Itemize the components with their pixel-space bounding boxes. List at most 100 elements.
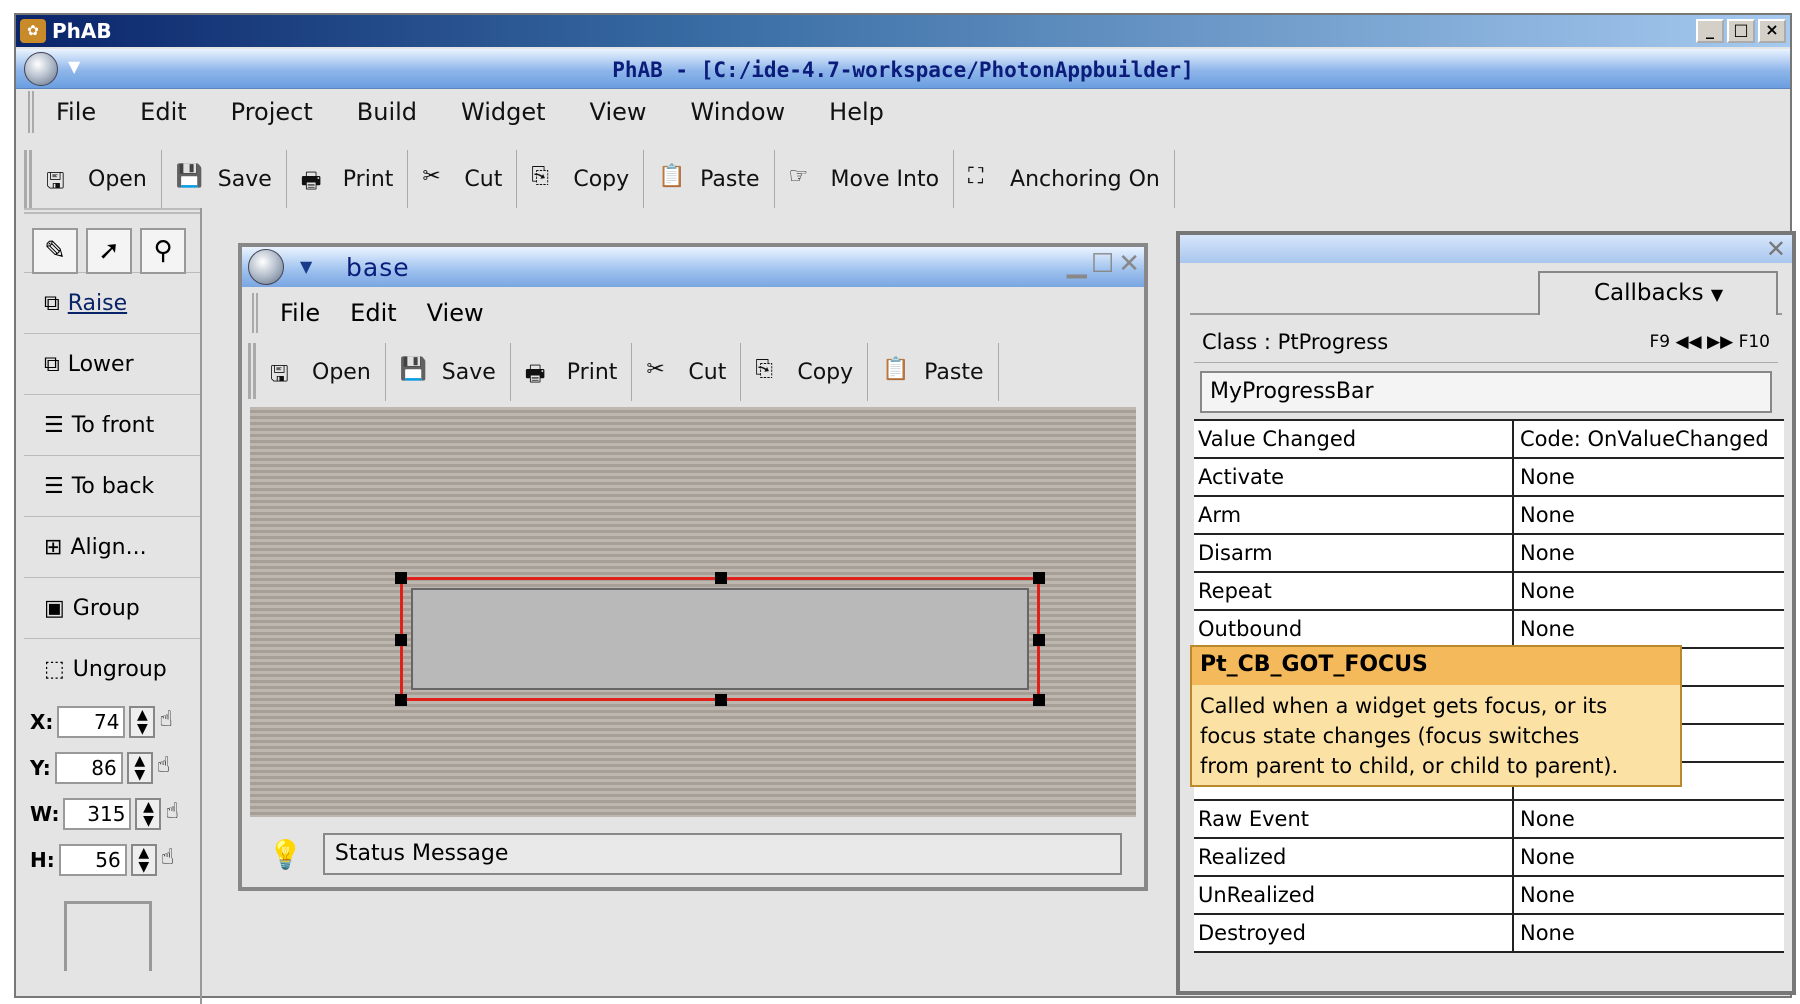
x-lock-hand-icon[interactable]: ☝ xyxy=(159,707,185,737)
minimize-button[interactable]: _ xyxy=(1696,19,1724,43)
progress-bar-widget[interactable] xyxy=(395,572,1045,706)
table-row[interactable]: Outbound None xyxy=(1194,611,1784,649)
tab-callbacks[interactable]: Callbacks ▼ xyxy=(1538,271,1778,315)
base-menu-file[interactable]: File xyxy=(280,299,320,327)
table-row[interactable]: Repeat None xyxy=(1194,573,1784,611)
to-back-button[interactable]: ☰ To back xyxy=(24,455,200,516)
base-minimize-icon[interactable]: ▁ xyxy=(1067,249,1087,279)
menu-file[interactable]: File xyxy=(56,98,96,126)
project-title: PhAB - [C:/ide-4.7-workspace/PhotonAppbu… xyxy=(612,58,1194,82)
chevron-down-icon: ▼ xyxy=(1710,285,1724,304)
table-row[interactable]: Arm None xyxy=(1194,497,1784,535)
paste-icon: 📋 xyxy=(658,164,686,189)
group-button[interactable]: ▣ Group xyxy=(24,577,200,638)
copy-icon: ⎘ xyxy=(531,164,549,189)
h-spinner[interactable]: ▲ ▼ xyxy=(130,844,157,876)
panel-header: ✕ xyxy=(1180,235,1792,263)
tooltip-title: Pt_CB_GOT_FOCUS xyxy=(1192,647,1680,685)
y-lock-hand-icon[interactable]: ☝ xyxy=(157,753,183,783)
copy-icon: ⎘ xyxy=(755,357,773,382)
w-spinner[interactable]: ▲ ▼ xyxy=(135,798,162,830)
table-row[interactable]: Activate None xyxy=(1194,459,1784,497)
resize-handle-sw[interactable] xyxy=(395,694,407,706)
menu-view[interactable]: View xyxy=(590,98,647,126)
x-input[interactable]: 74 xyxy=(57,706,126,738)
align-button[interactable]: ⊞ Align... xyxy=(24,516,200,577)
base-close-icon[interactable]: ✕ xyxy=(1118,249,1140,279)
menu-project[interactable]: Project xyxy=(231,98,313,126)
main-menubar: File Edit Project Build Widget View Wind… xyxy=(28,91,1786,133)
save-icon: 💾 xyxy=(399,357,428,382)
w-coord-row: W: 315 ▲ ▼ ☝ xyxy=(24,791,200,837)
raise-button[interactable]: ⧉ Raise xyxy=(24,272,200,333)
widget-name-field[interactable]: MyProgressBar xyxy=(1200,371,1772,413)
resize-handle-ne[interactable] xyxy=(1033,572,1045,584)
next-widget-icon[interactable]: ▶▶ xyxy=(1707,332,1733,352)
maximize-button[interactable]: □ xyxy=(1727,19,1755,43)
open-button[interactable]: 🖫 Open xyxy=(32,150,162,208)
panel-close-icon[interactable]: ✕ xyxy=(1766,235,1786,263)
paste-button[interactable]: 📋 Paste xyxy=(644,150,775,208)
lower-button[interactable]: ⧉ Lower xyxy=(24,333,200,394)
open-icon: 🖫 xyxy=(270,362,289,387)
table-row[interactable]: Disarm None xyxy=(1194,535,1784,573)
menu-help[interactable]: Help xyxy=(829,98,884,126)
base-menu-edit[interactable]: Edit xyxy=(350,299,396,327)
w-input[interactable]: 315 xyxy=(63,798,132,830)
base-cut-button[interactable]: ✂ Cut xyxy=(632,343,742,401)
h-lock-hand-icon[interactable]: ☝ xyxy=(161,845,187,875)
y-input[interactable]: 86 xyxy=(54,752,123,784)
close-button[interactable]: × xyxy=(1758,19,1786,43)
table-row[interactable]: Realized None xyxy=(1194,839,1784,877)
resize-handle-s[interactable] xyxy=(715,694,727,706)
group-icon: ▣ xyxy=(44,595,65,621)
base-titlebar[interactable]: ▼ base ▁ ☐ ✕ xyxy=(242,247,1144,287)
window-titlebar[interactable]: ✿ PhAB _ □ × xyxy=(16,15,1790,47)
base-save-button[interactable]: 💾 Save xyxy=(386,343,511,401)
anchoring-icon: ⛶ xyxy=(968,164,984,189)
panel-tab-row: Callbacks ▼ xyxy=(1190,267,1782,315)
print-button[interactable]: 🖶 Print xyxy=(287,150,409,208)
zoom-tool-icon[interactable]: ⚲ xyxy=(140,228,186,274)
resize-handle-n[interactable] xyxy=(715,572,727,584)
table-row[interactable]: Raw Event None xyxy=(1194,801,1784,839)
resize-handle-nw[interactable] xyxy=(395,572,407,584)
x-spinner[interactable]: ▲ ▼ xyxy=(129,706,156,738)
base-print-button[interactable]: 🖶 Print xyxy=(511,343,633,401)
copy-button[interactable]: ⎘ Copy xyxy=(517,150,645,208)
base-menu-view[interactable]: View xyxy=(427,299,484,327)
cut-button[interactable]: ✂ Cut xyxy=(408,150,518,208)
base-toolbar: 🖫 Open 💾 Save 🖶 Print ✂ Cut ⎘ Copy 📋 Paste xyxy=(248,343,999,401)
print-icon: 🖶 xyxy=(300,169,322,194)
base-maximize-icon[interactable]: ☐ xyxy=(1091,249,1114,279)
pointer-tool-icon[interactable]: ➚ xyxy=(86,228,132,274)
menu-edit[interactable]: Edit xyxy=(140,98,186,126)
pencil-tool-icon[interactable]: ✎ xyxy=(32,228,78,274)
base-menu-arrow-icon[interactable]: ▼ xyxy=(300,257,312,276)
y-spinner[interactable]: ▲ ▼ xyxy=(126,752,153,784)
prev-widget-icon[interactable]: ◀◀ xyxy=(1675,332,1701,352)
base-paste-button[interactable]: 📋 Paste xyxy=(868,343,999,401)
table-row[interactable]: Value Changed Code: OnValueChanged xyxy=(1194,421,1784,459)
w-lock-hand-icon[interactable]: ☝ xyxy=(165,799,191,829)
menu-window[interactable]: Window xyxy=(691,98,786,126)
base-title: base xyxy=(346,253,410,282)
menu-build[interactable]: Build xyxy=(357,98,417,126)
resize-handle-se[interactable] xyxy=(1033,694,1045,706)
menu-widget[interactable]: Widget xyxy=(461,98,546,126)
resize-handle-w[interactable] xyxy=(395,634,407,646)
base-open-button[interactable]: 🖫 Open xyxy=(256,343,386,401)
h-input[interactable]: 56 xyxy=(58,844,127,876)
ungroup-button[interactable]: ⬚ Ungroup xyxy=(24,638,200,699)
move-into-button[interactable]: ☞ Move Into xyxy=(775,150,955,208)
anchor-preview-icon[interactable] xyxy=(64,901,152,971)
save-button[interactable]: 💾 Save xyxy=(162,150,287,208)
base-menu-orb-icon[interactable] xyxy=(248,249,284,285)
table-row[interactable]: Destroyed None xyxy=(1194,915,1784,953)
base-copy-button[interactable]: ⎘ Copy xyxy=(741,343,869,401)
resize-handle-e[interactable] xyxy=(1033,634,1045,646)
anchoring-button[interactable]: ⛶ Anchoring On xyxy=(954,150,1175,208)
design-canvas[interactable] xyxy=(250,407,1136,817)
to-front-button[interactable]: ☰ To front xyxy=(24,394,200,455)
table-row[interactable]: UnRealized None xyxy=(1194,877,1784,915)
